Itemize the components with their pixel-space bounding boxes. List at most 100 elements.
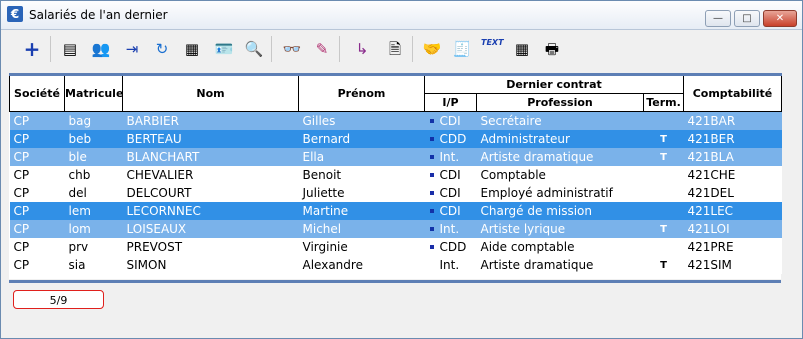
cell-profession: Artiste dramatique bbox=[476, 256, 644, 274]
cell-comptabilite: 421BAR bbox=[683, 111, 782, 130]
printer-icon[interactable]: 🖶 bbox=[541, 38, 563, 60]
return-arrow-icon[interactable]: ↳ bbox=[351, 38, 373, 60]
toolbar-separator bbox=[412, 36, 413, 62]
minimize-button[interactable]: — bbox=[705, 10, 731, 27]
cell-matricule: chb bbox=[64, 166, 123, 184]
users-icon[interactable]: 👥 bbox=[90, 38, 112, 60]
cell-societe: CP bbox=[9, 166, 65, 184]
print-list-icon[interactable]: ▤ bbox=[59, 38, 81, 60]
table-row[interactable]: CP ble BLANCHART Ella Int. Artiste dramatique… bbox=[9, 148, 782, 166]
cell-prenom: Virginie bbox=[298, 238, 425, 256]
handshake-icon[interactable]: 🤝 bbox=[421, 38, 443, 60]
col-prenom[interactable]: Prénom bbox=[298, 73, 425, 112]
document-transfer-icon[interactable]: 🗎 bbox=[384, 38, 406, 60]
cell-matricule: sia bbox=[64, 256, 123, 274]
cell-comptabilite: 421BLA bbox=[683, 148, 782, 166]
cell-matricule: bag bbox=[64, 111, 123, 130]
cell-comptabilite: 421BER bbox=[683, 130, 782, 148]
cell-prenom: Alexandre bbox=[298, 256, 425, 274]
cell-matricule: beb bbox=[64, 130, 123, 148]
text-icon[interactable]: TEXT bbox=[481, 38, 504, 60]
main-window: € Salariés de l'an dernier — □ ✕ + ▤ 👥 ⇥… bbox=[0, 0, 803, 339]
table-row[interactable]: CP beb BERTEAU Bernard CDD Administrateur T 421… bbox=[9, 130, 782, 148]
col-nom[interactable]: Nom bbox=[122, 73, 299, 112]
cell-prenom: Benoit bbox=[298, 166, 425, 184]
cell-nom: SIMON bbox=[122, 256, 299, 274]
cell-matricule: del bbox=[64, 184, 123, 202]
cell-nom: BLANCHART bbox=[122, 148, 299, 166]
col-profession[interactable]: Profession bbox=[476, 93, 644, 112]
table-row[interactable]: CP lom LOISEAUX Michel Int. Artiste lyrique T 4… bbox=[9, 220, 782, 238]
cell-comptabilite: 421SIM bbox=[683, 256, 782, 274]
cell-term bbox=[643, 184, 684, 202]
cell-profession: Secrétaire bbox=[476, 111, 644, 130]
cell-ip: Int. bbox=[424, 220, 477, 238]
magnifier-icon[interactable]: 🔍 bbox=[243, 38, 265, 60]
close-icon: ✕ bbox=[775, 13, 785, 24]
cell-term: T bbox=[643, 148, 684, 166]
refresh-icon[interactable]: ↻ bbox=[151, 38, 173, 60]
record-counter: 5/9 bbox=[13, 290, 104, 309]
table-row[interactable]: CP chb CHEVALIER Benoit CDI Comptable 421CHE bbox=[9, 166, 782, 184]
ip-label: CDI bbox=[439, 186, 461, 200]
col-comptabilite[interactable]: Comptabilité bbox=[683, 73, 782, 112]
title-bar[interactable]: € Salariés de l'an dernier — □ ✕ bbox=[1, 1, 802, 30]
cell-societe: CP bbox=[9, 130, 65, 148]
cell-profession: Employé administratif bbox=[476, 184, 644, 202]
cell-term bbox=[643, 111, 684, 130]
col-societe[interactable]: Société bbox=[9, 73, 65, 112]
ip-label: CDI bbox=[439, 114, 461, 128]
contract-marker-icon bbox=[429, 226, 434, 231]
cell-term: T bbox=[643, 256, 684, 274]
cell-comptabilite: 421LOI bbox=[683, 220, 782, 238]
table-icon[interactable]: ▦ bbox=[511, 38, 533, 60]
table-row[interactable]: CP bag BARBIER Gilles CDI Secrétaire 421BAR bbox=[9, 111, 782, 130]
table-row[interactable]: CP sia SIMON Alexandre Int. Artiste dramatiqu… bbox=[9, 256, 782, 274]
cell-matricule: lom bbox=[64, 220, 123, 238]
table-row[interactable]: CP del DELCOURT Juliette CDI Employé administ… bbox=[9, 184, 782, 202]
plus-icon[interactable]: + bbox=[21, 38, 43, 60]
ip-label: CDD bbox=[439, 240, 467, 254]
glasses-icon[interactable]: 👓 bbox=[281, 38, 303, 60]
table-row[interactable]: CP prv PREVOST Virginie CDD Aide comptable 421… bbox=[9, 238, 782, 256]
export-icon[interactable]: ⇥ bbox=[121, 38, 143, 60]
cell-nom: LECORNNEC bbox=[122, 202, 299, 220]
minimize-icon: — bbox=[713, 13, 723, 24]
table-row[interactable]: CP lem LECORNNEC Martine CDI Chargé de missio… bbox=[9, 202, 782, 220]
window-title: Salariés de l'an dernier bbox=[29, 8, 168, 22]
cell-matricule: ble bbox=[64, 148, 123, 166]
cell-comptabilite: 421LEC bbox=[683, 202, 782, 220]
cell-societe: CP bbox=[9, 148, 65, 166]
user-badge-icon[interactable]: 🪪 bbox=[213, 38, 235, 60]
cell-prenom: Gilles bbox=[298, 111, 425, 130]
cell-ip: Int. bbox=[424, 256, 477, 274]
maximize-button[interactable]: □ bbox=[734, 10, 760, 27]
calculator-doc-icon[interactable]: 🧾 bbox=[451, 38, 473, 60]
pen-icon[interactable]: ✎ bbox=[311, 38, 333, 60]
cell-profession: Aide comptable bbox=[476, 238, 644, 256]
cell-ip: CDD bbox=[424, 238, 477, 256]
cell-prenom: Martine bbox=[298, 202, 425, 220]
cell-comptabilite: 421DEL bbox=[683, 184, 782, 202]
col-ip[interactable]: I/P bbox=[424, 93, 477, 112]
toolbar-separator bbox=[271, 36, 272, 62]
toolbar-separator bbox=[339, 36, 340, 62]
ip-label: Int. bbox=[439, 258, 460, 272]
close-button[interactable]: ✕ bbox=[763, 10, 797, 27]
cell-nom: BERTEAU bbox=[122, 130, 299, 148]
cell-profession: Comptable bbox=[476, 166, 644, 184]
cell-prenom: Bernard bbox=[298, 130, 425, 148]
cell-ip: Int. bbox=[424, 148, 477, 166]
list-form-icon[interactable]: ▦ bbox=[181, 38, 203, 60]
cell-matricule: lem bbox=[64, 202, 123, 220]
ip-label: CDI bbox=[439, 204, 461, 218]
ip-label: CDI bbox=[439, 168, 461, 182]
cell-profession: Artiste lyrique bbox=[476, 220, 644, 238]
col-matricule[interactable]: Matricule bbox=[64, 73, 123, 112]
cell-ip: CDD bbox=[424, 130, 477, 148]
cell-nom: LOISEAUX bbox=[122, 220, 299, 238]
cell-societe: CP bbox=[9, 256, 65, 274]
col-term[interactable]: Term. bbox=[643, 93, 684, 112]
cell-societe: CP bbox=[9, 111, 65, 130]
grid-bottom-divider bbox=[9, 280, 781, 283]
